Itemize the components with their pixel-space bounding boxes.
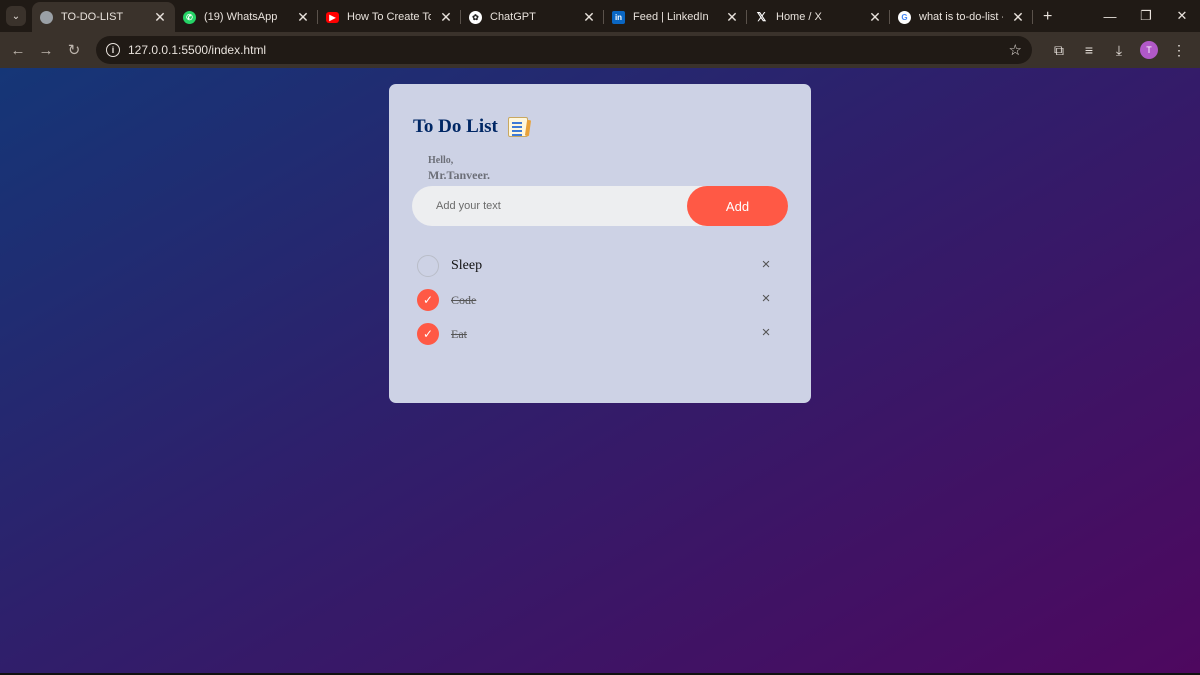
tab-chatgpt[interactable]: ✿ ChatGPT ✕ [461, 2, 604, 32]
close-icon[interactable]: ✕ [153, 9, 167, 26]
bookmark-star-icon[interactable]: ☆ [1009, 41, 1022, 59]
tab-title: Home / X [776, 11, 822, 23]
browser-toolbar: ← → ↻ i 127.0.0.1:5500/index.html ☆ ⧉ ≡ … [0, 32, 1200, 68]
restore-icon[interactable]: ❐ [1128, 0, 1164, 32]
tab-search-dropdown-button[interactable]: ⌄ [6, 6, 26, 26]
unchecked-circle-icon[interactable] [417, 255, 439, 277]
window-close-icon[interactable]: ✕ [1164, 0, 1200, 32]
new-tab-button[interactable]: + [1043, 8, 1052, 26]
checked-circle-icon[interactable]: ✓ [417, 289, 439, 311]
task-input-row: Add [412, 186, 788, 226]
close-icon[interactable]: ✕ [296, 9, 310, 26]
add-button[interactable]: Add [687, 186, 788, 226]
close-icon[interactable]: ✕ [725, 9, 739, 26]
tab-title: TO-DO-LIST [61, 11, 124, 23]
tab-strip: TO-DO-LIST ✕ ✆ (19) WhatsApp ✕ ▶ How To … [32, 2, 1052, 32]
whatsapp-icon: ✆ [183, 10, 196, 24]
back-arrow-icon[interactable]: ← [4, 36, 32, 64]
media-playlist-icon[interactable]: ≡ [1076, 37, 1102, 63]
task-item[interactable]: Sleep × [417, 249, 783, 283]
reload-icon[interactable]: ↻ [60, 36, 88, 64]
task-item[interactable]: ✓ Eat × [417, 317, 783, 351]
task-text[interactable]: Eat [451, 327, 467, 342]
window-controls: — ❐ ✕ [1092, 0, 1200, 32]
extensions-icon[interactable]: ⧉ [1046, 37, 1072, 63]
todo-app-card: To Do List Hello, Mr.Tanveer. Add Sleep … [389, 84, 811, 403]
minimize-icon[interactable]: — [1092, 0, 1128, 32]
close-icon[interactable]: ✕ [582, 9, 596, 26]
google-icon: G [898, 10, 911, 24]
task-input[interactable] [412, 200, 687, 212]
app-title: To Do List [413, 116, 498, 137]
linkedin-icon: in [612, 10, 625, 24]
close-icon[interactable]: ✕ [439, 9, 453, 26]
tab-x[interactable]: 𝕏 Home / X ✕ [747, 2, 890, 32]
youtube-icon: ▶ [326, 11, 339, 23]
task-text[interactable]: Sleep [451, 258, 482, 274]
remove-task-icon[interactable]: × [759, 291, 773, 306]
task-list: Sleep × ✓ Code × ✓ Eat × [417, 249, 783, 351]
tab-title: what is to-do-list - Go [919, 11, 1003, 23]
task-item[interactable]: ✓ Code × [417, 283, 783, 317]
browser-tab-bar: ⌄ TO-DO-LIST ✕ ✆ (19) WhatsApp ✕ ▶ How T… [0, 0, 1200, 32]
page-background: To Do List Hello, Mr.Tanveer. Add Sleep … [0, 68, 1200, 675]
remove-task-icon[interactable]: × [759, 325, 773, 340]
tab-to-do-list[interactable]: TO-DO-LIST ✕ [32, 2, 175, 32]
globe-icon [40, 10, 53, 24]
tab-title: Feed | LinkedIn [633, 11, 709, 23]
tab-title: (19) WhatsApp [204, 11, 278, 23]
tab-title: ChatGPT [490, 11, 536, 23]
app-title-row: To Do List [413, 116, 528, 138]
site-info-icon[interactable]: i [106, 43, 120, 57]
chatgpt-icon: ✿ [469, 10, 482, 24]
greeting: Hello, Mr.Tanveer. [428, 155, 490, 183]
task-text[interactable]: Code [451, 293, 476, 308]
tab-google[interactable]: G what is to-do-list - Go ✕ [890, 2, 1033, 32]
greeting-hello: Hello, [428, 155, 454, 166]
tab-youtube[interactable]: ▶ How To Create To-Do ✕ [318, 2, 461, 32]
greeting-name: Mr.Tanveer. [428, 168, 491, 182]
toolbar-actions: ⧉ ≡ ⤓ T ⋮ [1046, 37, 1192, 63]
profile-avatar[interactable]: T [1140, 41, 1158, 59]
remove-task-icon[interactable]: × [759, 257, 773, 272]
notepad-icon [507, 117, 528, 137]
x-icon: 𝕏 [756, 10, 767, 24]
close-icon[interactable]: ✕ [868, 9, 882, 26]
tab-linkedin[interactable]: in Feed | LinkedIn ✕ [604, 2, 747, 32]
address-bar[interactable]: i 127.0.0.1:5500/index.html ☆ [96, 36, 1032, 64]
checked-circle-icon[interactable]: ✓ [417, 323, 439, 345]
close-icon[interactable]: ✕ [1011, 9, 1025, 26]
more-menu-icon[interactable]: ⋮ [1166, 37, 1192, 63]
url-text[interactable]: 127.0.0.1:5500/index.html [128, 43, 1001, 57]
forward-arrow-icon[interactable]: → [32, 36, 60, 64]
tab-title: How To Create To-Do [347, 11, 431, 23]
tab-whatsapp[interactable]: ✆ (19) WhatsApp ✕ [175, 2, 318, 32]
download-icon[interactable]: ⤓ [1106, 37, 1132, 63]
